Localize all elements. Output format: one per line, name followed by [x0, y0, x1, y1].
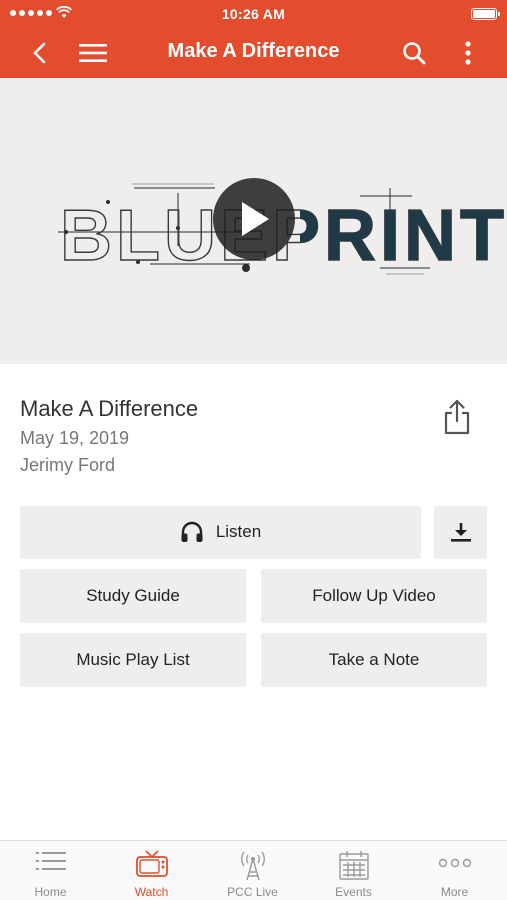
music-play-list-label: Music Play List — [76, 649, 190, 669]
more-options-button[interactable] — [453, 38, 483, 68]
sermon-title: Make A Difference — [20, 396, 199, 421]
tab-pcc-live-label: PCC Live — [227, 885, 278, 899]
calendar-icon — [338, 851, 369, 880]
page-title: Make A Difference — [167, 40, 340, 62]
take-a-note-label: Take a Note — [328, 649, 420, 669]
follow-up-video-button[interactable]: Follow Up Video — [261, 569, 487, 622]
listen-button[interactable]: Listen — [20, 506, 421, 558]
share-icon — [444, 399, 470, 435]
play-icon — [242, 202, 269, 236]
header-bar: 10:26 AM Make A Difference — [0, 0, 507, 78]
tv-icon — [135, 850, 168, 877]
tab-events[interactable]: Events — [303, 841, 404, 900]
tab-more-label: More — [440, 885, 469, 899]
sermon-artwork[interactable]: BLUEPRINT BLUEPRINT — [0, 78, 507, 364]
vertical-dots-icon — [465, 41, 471, 65]
battery-icon — [471, 8, 500, 20]
music-play-list-button[interactable]: Music Play List — [20, 633, 246, 686]
nav-bar: Make A Difference — [0, 28, 507, 78]
download-button[interactable] — [434, 506, 487, 558]
study-guide-label: Study Guide — [86, 585, 180, 605]
tab-home-label: Home — [34, 885, 67, 899]
tab-pcc-live[interactable]: PCC Live — [202, 841, 303, 900]
download-icon — [450, 523, 471, 542]
more-dots-icon — [438, 858, 471, 868]
play-button[interactable] — [213, 178, 295, 260]
take-a-note-button[interactable]: Take a Note — [261, 633, 487, 686]
tab-watch[interactable]: Watch — [101, 841, 202, 900]
search-button[interactable] — [399, 38, 429, 68]
study-guide-button[interactable]: Study Guide — [20, 569, 246, 622]
tab-bar: Home Watch PCC Live Events More — [0, 840, 507, 900]
headphones-icon — [181, 521, 203, 542]
status-time: 10:26 AM — [221, 6, 286, 22]
follow-up-video-label: Follow Up Video — [312, 585, 436, 605]
search-icon — [403, 42, 426, 65]
broadcast-tower-icon — [240, 851, 265, 881]
tab-events-label: Events — [335, 885, 372, 899]
sermon-date: May 19, 2019 — [20, 428, 130, 448]
status-bar: 10:26 AM — [0, 0, 507, 28]
tab-more[interactable]: More — [404, 841, 505, 900]
listen-label: Listen — [215, 522, 262, 541]
tab-home[interactable]: Home — [0, 841, 101, 900]
list-icon — [35, 852, 66, 870]
tab-watch-label: Watch — [134, 885, 169, 899]
share-button[interactable] — [441, 398, 473, 436]
sermon-speaker: Jerimy Ford — [20, 455, 116, 475]
